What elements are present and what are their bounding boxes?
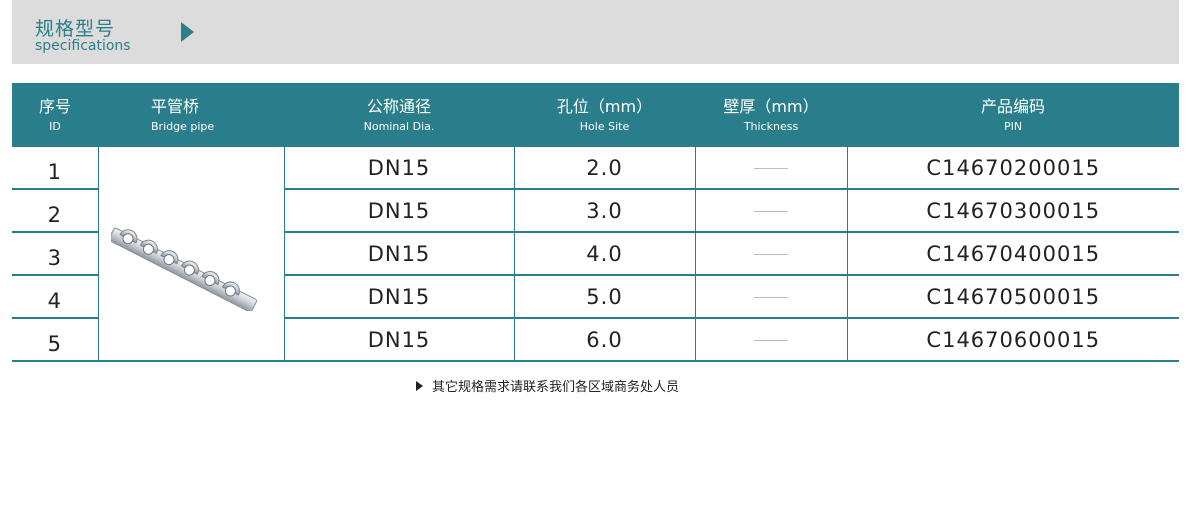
cell-hole: 3.0	[514, 189, 696, 233]
cell-thickness	[695, 147, 848, 190]
cell-id: 2	[12, 189, 99, 233]
contact-note-text: 其它规格需求请联系我们各区域商务处人员	[432, 380, 680, 395]
cell-id: 5	[12, 318, 99, 362]
header-hole-site: 孔位（mm） Hole Site	[514, 83, 695, 147]
cell-nominal: DN15	[284, 232, 515, 276]
cell-thickness	[695, 232, 848, 276]
cell-pin: C14670400015	[847, 232, 1179, 276]
dash-placeholder	[754, 254, 788, 255]
cell-id: 1	[12, 147, 99, 190]
header-id: 序号 ID	[12, 83, 98, 147]
cell-id: 4	[12, 275, 99, 319]
section-banner: 规格型号 specifications	[12, 0, 1179, 64]
cell-hole: 6.0	[514, 318, 696, 362]
section-subtitle: specifications	[35, 38, 131, 54]
spec-table: 序号 ID 平管桥 Bridge pipe 公称通径 Nominal Dia. …	[12, 83, 1179, 362]
table-row: 1 DN15 2.0 C14670200015	[12, 147, 1179, 362]
bridge-pipe-icon	[108, 227, 258, 313]
cell-hole: 4.0	[514, 232, 696, 276]
cell-nominal: DN15	[284, 275, 515, 319]
cell-pin: C14670600015	[847, 318, 1179, 362]
cell-pin: C14670200015	[847, 147, 1179, 190]
bridge-pipe-image	[98, 147, 285, 362]
triangle-arrow-icon	[181, 22, 194, 42]
cell-thickness	[695, 275, 848, 319]
cell-id: 3	[12, 232, 99, 276]
header-bridge-pipe: 平管桥 Bridge pipe	[98, 83, 284, 147]
dash-placeholder	[754, 340, 788, 341]
cell-pin: C14670300015	[847, 189, 1179, 233]
table-header-row: 序号 ID 平管桥 Bridge pipe 公称通径 Nominal Dia. …	[12, 83, 1179, 147]
contact-note: 其它规格需求请联系我们各区域商务处人员	[416, 376, 679, 395]
cell-nominal: DN15	[284, 318, 515, 362]
cell-hole: 5.0	[514, 275, 696, 319]
dash-placeholder	[754, 168, 788, 169]
header-pin: 产品编码 PIN	[847, 83, 1179, 147]
cell-nominal: DN15	[284, 147, 515, 190]
cell-nominal: DN15	[284, 189, 515, 233]
triangle-bullet-icon	[416, 380, 423, 391]
cell-thickness	[695, 318, 848, 362]
section-title: 规格型号	[35, 18, 116, 40]
header-nominal-dia: 公称通径 Nominal Dia.	[284, 83, 514, 147]
cell-hole: 2.0	[514, 147, 696, 190]
spec-table-container: 序号 ID 平管桥 Bridge pipe 公称通径 Nominal Dia. …	[12, 83, 1179, 362]
dash-placeholder	[754, 211, 788, 212]
cell-thickness	[695, 189, 848, 233]
header-thickness: 壁厚（mm） Thickness	[695, 83, 847, 147]
cell-pin: C14670500015	[847, 275, 1179, 319]
dash-placeholder	[754, 297, 788, 298]
